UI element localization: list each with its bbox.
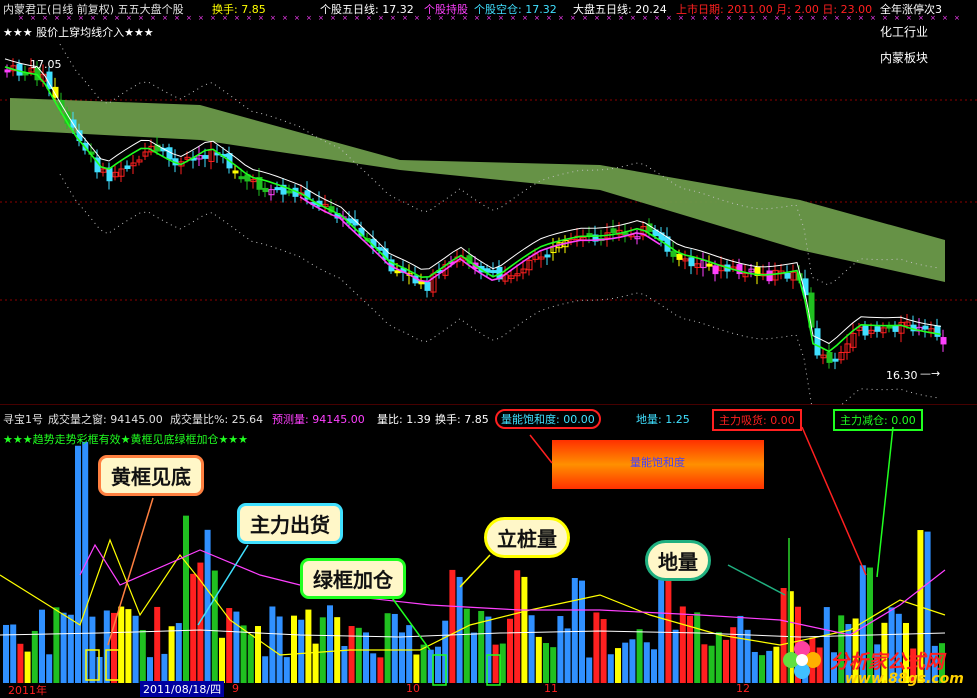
svg-text:×: × <box>198 14 204 22</box>
svg-text:×: × <box>270 14 276 22</box>
liangbi-readout: 量比: 1.39 <box>377 413 431 426</box>
turnover-readout: 换手: 7.85 <box>212 3 266 16</box>
region-label: 内蒙板块 <box>880 51 929 65</box>
x-axis-month-10: 10 <box>406 682 420 695</box>
ground-volume-readout: 地量: 1.25 <box>636 413 690 426</box>
predicted-volume-readout: 预测量: 94145.00 <box>272 413 365 426</box>
volume-window-readout: 成交量之窗: 94145.00 <box>48 413 163 426</box>
listing-date-readout: 上市日期: 2011.00 月: 2.00 日: 23.00 <box>676 3 873 16</box>
x-axis-month-9: 9 <box>232 682 239 695</box>
main-reduce-readout: 主力减仓: 0.00 <box>833 409 923 431</box>
volume-ratio-readout: 成交量比%: 25.64 <box>170 413 264 426</box>
callout-yellow-bottom: 黄框见底 <box>98 455 204 496</box>
x-axis-month-11: 11 <box>544 682 558 695</box>
cursor-date: 2011/08/18/四 <box>140 681 225 697</box>
callout-main-selling: 主力出货 <box>237 503 343 544</box>
arrow-right-icon: —→ <box>920 367 941 380</box>
svg-text:×: × <box>942 14 948 22</box>
watermark-url: www.88gs.com <box>845 671 964 687</box>
trend-band <box>10 98 945 282</box>
volume-signal-text: ★★★趋势走势彩框有效★黄框见底绿框加仓★★★ <box>3 433 249 446</box>
indicator-name: 寻宝1号 <box>3 413 43 426</box>
limit-up-count: 全年涨停次3 <box>880 3 942 16</box>
main-absorb-readout: 主力吸货: 0.00 <box>712 409 802 431</box>
price-chart[interactable]: × × × × × × × × × × × × × × × × × × × × × × × × × × × × × × × × × × × × × × × ×… <box>0 0 977 405</box>
saturation-bar-label: 量能饱和度 <box>630 456 685 469</box>
stock-ma5-readout: 个股五日线: 17.32 <box>320 3 414 16</box>
callout-pile-volume: 立桩量 <box>484 517 570 558</box>
empty-readout: 个股空仓: 17.32 <box>474 3 557 16</box>
time-marker: 16.30 <box>886 369 918 382</box>
watermark-brand: 分析家公式网 <box>830 651 945 673</box>
svg-text:×: × <box>414 14 420 22</box>
callout-green-add: 绿框加仓 <box>300 558 406 599</box>
svg-text:×: × <box>558 14 564 22</box>
x-axis-year: 2011年 <box>8 684 47 697</box>
hold-readout: 个股持股 <box>424 3 468 16</box>
flower-logo-icon <box>782 640 822 680</box>
svg-text:×: × <box>282 14 288 22</box>
svg-text:×: × <box>954 14 960 22</box>
saturation-readout: 量能饱和度: 00.00 <box>495 409 601 429</box>
index-ma5-readout: 大盘五日线: 20.24 <box>573 3 667 16</box>
high-price-marker: 17.05 <box>30 58 62 71</box>
stock-label: 内蒙君正(日线 前复权) 五五大盘个股 <box>3 3 184 16</box>
volume-turnover-readout: 换手: 7.85 <box>435 413 489 426</box>
callout-ground-volume: 地量 <box>645 540 711 581</box>
industry-label: 化工行业 <box>880 25 929 39</box>
svg-text:×: × <box>186 14 192 22</box>
svg-text:×: × <box>306 14 312 22</box>
price-signal-text: ★★★ 股价上穿均线介入★★★ <box>3 26 154 39</box>
x-axis-month-12: 12 <box>736 682 750 695</box>
svg-text:×: × <box>294 14 300 22</box>
